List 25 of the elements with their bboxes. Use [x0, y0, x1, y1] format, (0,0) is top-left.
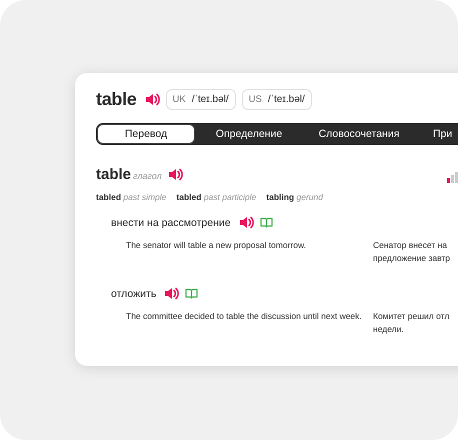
word-form: tabled past simple	[96, 192, 166, 202]
part-of-speech: глагол	[133, 171, 162, 181]
frequency-icon	[447, 172, 458, 183]
speaker-icon[interactable]	[164, 287, 180, 300]
tab[interactable]: Определение	[195, 124, 303, 144]
tab[interactable]: При	[415, 124, 458, 144]
tab[interactable]: Словосочетания	[303, 124, 415, 144]
book-icon[interactable]	[260, 217, 273, 228]
word-form: tabling gerund	[266, 192, 323, 202]
speaker-icon[interactable]	[238, 216, 254, 229]
example-sentence: The senator will table a new proposal tomorrow.	[126, 239, 308, 252]
translation[interactable]: внести на рассмотрение	[111, 216, 231, 228]
example-sentence: The committee decided to table the discussion until next week.	[126, 310, 362, 323]
word-form: tabled past participle	[176, 192, 256, 202]
translation[interactable]: отложить	[111, 288, 156, 300]
entry-word: table	[96, 166, 132, 183]
speaker-icon[interactable]	[168, 168, 183, 181]
tab[interactable]: Перевод	[97, 124, 195, 144]
book-icon[interactable]	[185, 288, 198, 299]
example-translation: Комитет решил отл недели.	[373, 310, 450, 336]
pronunciation-chip[interactable]: UK /ˈteɪ.bəl/	[166, 88, 236, 110]
speaker-icon[interactable]	[144, 92, 160, 106]
headword: table	[96, 88, 137, 110]
example-translation: Сенатор внесет на предложение завтр	[373, 239, 452, 265]
pronunciation-chip[interactable]: US /ˈteɪ.bəl/	[242, 88, 312, 110]
